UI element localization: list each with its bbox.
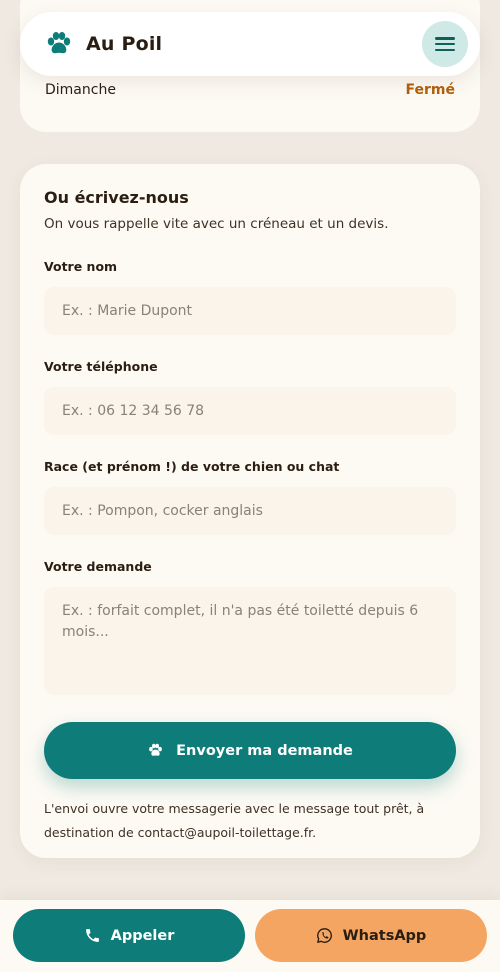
request-label: Votre demande (44, 559, 152, 574)
name-input[interactable] (44, 287, 456, 335)
paw-icon (149, 743, 162, 756)
name-label: Votre nom (44, 259, 118, 274)
sticky-contact-bar: Appeler WhatsApp (0, 900, 500, 972)
brand-name: Au Poil (86, 33, 163, 55)
phone-label: Votre téléphone (44, 359, 158, 374)
whatsapp-button[interactable]: WhatsApp (255, 909, 487, 962)
form-note: L'envoi ouvre votre messagerie avec le m… (44, 801, 425, 840)
hours-day: Dimanche (45, 82, 116, 98)
whatsapp-button-label: WhatsApp (342, 927, 427, 944)
pet-breed-input[interactable] (44, 487, 456, 535)
submit-request-button[interactable]: Envoyer ma demande (44, 722, 456, 779)
menu-button[interactable] (422, 21, 468, 67)
hamburger-icon (435, 37, 455, 51)
home-logo-link[interactable]: Au Poil (44, 29, 162, 59)
pet-breed-label: Race (et prénom !) de votre chien ou cha… (44, 459, 340, 474)
call-button-label: Appeler (110, 927, 175, 944)
hours-row-sunday: Dimanche Fermé (45, 82, 455, 98)
phone-icon (85, 929, 99, 942)
site-header: Au Poil (20, 12, 480, 76)
hours-status: Fermé (405, 82, 455, 98)
form-title: Ou écrivez-nous (44, 188, 189, 207)
contact-form-card: Ou écrivez-nous On vous rappelle vite av… (20, 164, 480, 858)
phone-input[interactable] (44, 387, 456, 435)
paw-icon (47, 32, 71, 54)
request-textarea[interactable] (44, 587, 456, 695)
call-button[interactable]: Appeler (13, 909, 245, 962)
form-subtitle: On vous rappelle vite avec un créneau et… (44, 216, 389, 232)
submit-button-label: Envoyer ma demande (176, 742, 353, 759)
whatsapp-icon (316, 928, 332, 943)
